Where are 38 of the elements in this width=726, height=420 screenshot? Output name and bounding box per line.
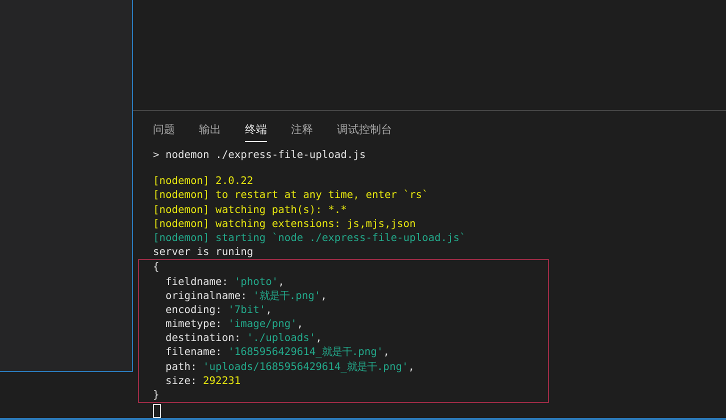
terminal-text: '7bit' xyxy=(228,304,266,316)
panel-tab[interactable]: 调试控制台 xyxy=(337,119,392,142)
terminal-text: [nodemon] watching path(s): *.* xyxy=(153,204,347,216)
terminal-text: , xyxy=(383,346,390,358)
terminal-text: 292231 xyxy=(203,374,241,387)
terminal-text: mimetype: xyxy=(164,318,223,330)
terminal-cursor xyxy=(153,404,161,418)
terminal-text: path: xyxy=(164,360,198,373)
terminal-text: , xyxy=(278,276,284,288)
terminal-text: 'image/png' xyxy=(228,318,297,330)
terminal-text: > nodemon ./express-file-upload.js xyxy=(153,149,366,161)
terminal-text: '就是干.png' xyxy=(253,290,321,302)
panel-tab[interactable]: 终端 xyxy=(245,119,267,142)
terminal-text: , xyxy=(316,332,322,344)
panel-tab[interactable]: 注释 xyxy=(291,119,313,142)
terminal-text: [nodemon] watching extensions: js,mjs,json xyxy=(153,218,416,230)
terminal-text: 'uploads/1685956429614_就是干.png' xyxy=(203,360,408,373)
terminal-text: , xyxy=(266,304,272,316)
terminal-text: '1685956429614_就是干.png' xyxy=(228,346,384,358)
terminal-text: destination: xyxy=(164,332,242,344)
terminal-text: 'photo' xyxy=(234,276,278,288)
terminal-text: size: xyxy=(164,374,198,387)
terminal-text: , xyxy=(320,290,327,302)
terminal-text: , xyxy=(408,360,414,373)
terminal-text: } xyxy=(153,389,160,401)
terminal-text: filename: xyxy=(164,346,223,358)
terminal-text: encoding: xyxy=(164,304,223,316)
terminal-text: [nodemon] starting `node ./express-file-upload.js` xyxy=(153,232,466,244)
panel-tab[interactable]: 输出 xyxy=(199,119,221,142)
terminal-text: server is runing xyxy=(153,246,254,258)
terminal-text: , xyxy=(296,318,304,330)
terminal-text: { xyxy=(153,261,160,274)
terminal-text: [nodemon] to restart at any time, enter `rs` xyxy=(153,189,428,202)
terminal-text: [nodemon] 2.0.22 xyxy=(153,175,254,188)
terminal-text: originalname: xyxy=(164,290,248,302)
panel-tab[interactable]: 问题 xyxy=(153,119,175,142)
terminal-text: fieldname: xyxy=(164,276,230,288)
terminal-text: './uploads' xyxy=(246,332,316,344)
